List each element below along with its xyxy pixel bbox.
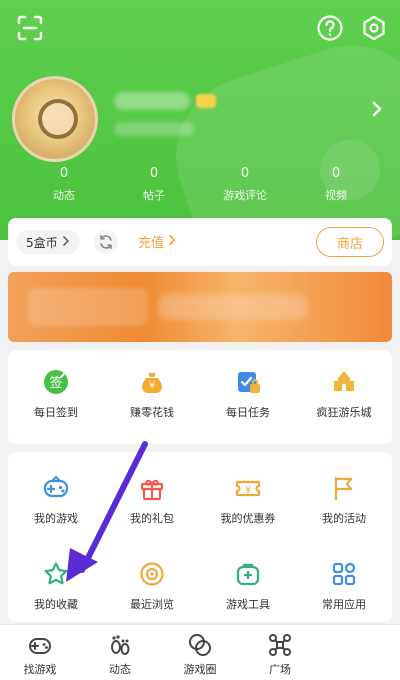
- quick-action-daily-tasks[interactable]: 每日任务: [200, 368, 296, 420]
- coupon-icon: ¥: [234, 474, 262, 502]
- stat-value: 0: [149, 166, 159, 181]
- feature-my-gifts[interactable]: 我的礼包: [104, 474, 200, 526]
- feature-label: 我的优惠券: [220, 512, 276, 525]
- user-level-badge: [196, 94, 216, 108]
- stat-label: 动态: [53, 189, 75, 202]
- coins-pill[interactable]: 5盒币: [16, 230, 80, 254]
- shop-button[interactable]: 商店: [316, 227, 384, 257]
- tab-game-circle[interactable]: 游戏圈: [160, 632, 240, 677]
- stat-value: 0: [331, 166, 341, 181]
- quick-action-crazy-park[interactable]: 疯狂游乐城: [296, 368, 392, 420]
- stat-value: 0: [240, 166, 250, 181]
- user-subtitle-blurred: [114, 122, 194, 136]
- stat-posts[interactable]: 0 帖子: [114, 165, 194, 205]
- toolbox-icon: [234, 560, 262, 588]
- tab-label: 游戏圈: [183, 663, 217, 676]
- quick-action-label: 每日签到: [34, 406, 78, 419]
- flag-icon: [330, 474, 358, 502]
- quick-action-label: 每日任务: [226, 406, 270, 419]
- features-card: 我的游戏 我的礼包 ¥ 我的优惠券 我的活动 我的收藏 最近浏览 游戏工具 常用…: [8, 452, 392, 622]
- castle-icon: [330, 368, 358, 396]
- tab-label: 广场: [269, 663, 291, 676]
- feature-my-games[interactable]: 我的游戏: [8, 474, 104, 526]
- chevron-right-icon[interactable]: [370, 100, 384, 122]
- tab-label: 找游戏: [23, 663, 57, 676]
- profile-header: 0 动态 0 帖子 0 游戏评论 0 视频: [0, 0, 400, 240]
- stat-label: 游戏评论: [223, 189, 267, 202]
- tab-find-games[interactable]: 找游戏: [0, 632, 80, 677]
- profile-stats: 0 动态 0 帖子 0 游戏评论 0 视频: [0, 165, 400, 215]
- stat-dynamics[interactable]: 0 动态: [24, 165, 104, 205]
- feature-my-events[interactable]: 我的活动: [296, 474, 392, 526]
- checkin-icon: 签: [42, 368, 70, 396]
- feature-label: 常用应用: [322, 598, 366, 611]
- quick-actions-card: 签 每日签到 ¥ 赚零花钱 每日任务 疯狂游乐城: [8, 350, 392, 444]
- circle-icon: [187, 632, 213, 658]
- money-bag-icon: ¥: [138, 368, 166, 396]
- recharge-label: 充值: [138, 236, 165, 251]
- feature-my-coupons[interactable]: ¥ 我的优惠券: [200, 474, 296, 526]
- stat-label: 视频: [325, 189, 347, 202]
- help-icon[interactable]: [316, 14, 344, 42]
- avatar-image: [38, 99, 78, 139]
- gamepad-tab-icon: [27, 632, 53, 658]
- task-icon: [234, 368, 262, 396]
- recharge-link[interactable]: 充值: [138, 232, 176, 251]
- apps-icon: [330, 560, 358, 588]
- network-icon: [267, 632, 293, 658]
- feature-label: 我的游戏: [34, 512, 78, 525]
- svg-text:¥: ¥: [245, 485, 251, 496]
- refresh-icon[interactable]: [94, 230, 118, 254]
- footprint-icon: [107, 632, 133, 658]
- feature-label: 游戏工具: [226, 598, 270, 611]
- tab-square[interactable]: 广场: [240, 632, 320, 677]
- history-icon: [138, 560, 166, 588]
- chevron-right-small-icon: [62, 235, 70, 249]
- username-blurred: [114, 92, 190, 110]
- promo-banner[interactable]: [8, 272, 392, 342]
- feature-label: 我的活动: [322, 512, 366, 525]
- feature-game-tools[interactable]: 游戏工具: [200, 560, 296, 612]
- feature-my-favorites[interactable]: 我的收藏: [8, 560, 104, 612]
- quick-action-earn-money[interactable]: ¥ 赚零花钱: [104, 368, 200, 420]
- gift-icon: [138, 474, 166, 502]
- stat-videos[interactable]: 0 视频: [296, 165, 376, 205]
- star-icon: [42, 560, 70, 588]
- stat-label: 帖子: [143, 189, 165, 202]
- tab-dynamics[interactable]: 动态: [80, 632, 160, 677]
- avatar[interactable]: [12, 76, 98, 162]
- feature-label: 我的收藏: [34, 598, 78, 611]
- feature-recent-browse[interactable]: 最近浏览: [104, 560, 200, 612]
- stat-game-reviews[interactable]: 0 游戏评论: [205, 165, 285, 205]
- quick-action-label: 疯狂游乐城: [316, 406, 372, 419]
- banner-graphic: [158, 294, 308, 320]
- feature-label: 最近浏览: [130, 598, 174, 611]
- svg-text:¥: ¥: [149, 381, 155, 392]
- settings-gear-icon[interactable]: [360, 14, 388, 42]
- chevron-right-orange-icon: [168, 234, 176, 250]
- feature-label: 我的礼包: [130, 512, 174, 525]
- bottom-tabbar: 找游戏 动态 游戏圈 广场: [0, 624, 400, 680]
- tab-label: 动态: [109, 663, 131, 676]
- wallet-card: 5盒币 充值 商店: [8, 218, 392, 266]
- quick-action-checkin[interactable]: 签 每日签到: [8, 368, 104, 420]
- banner-graphic: [28, 288, 148, 326]
- coins-label: 5盒币: [26, 235, 58, 250]
- stat-value: 0: [59, 166, 69, 181]
- gamepad-icon: [42, 474, 70, 502]
- feature-common-apps[interactable]: 常用应用: [296, 560, 392, 612]
- quick-action-label: 赚零花钱: [130, 406, 174, 419]
- scan-icon[interactable]: [16, 14, 44, 42]
